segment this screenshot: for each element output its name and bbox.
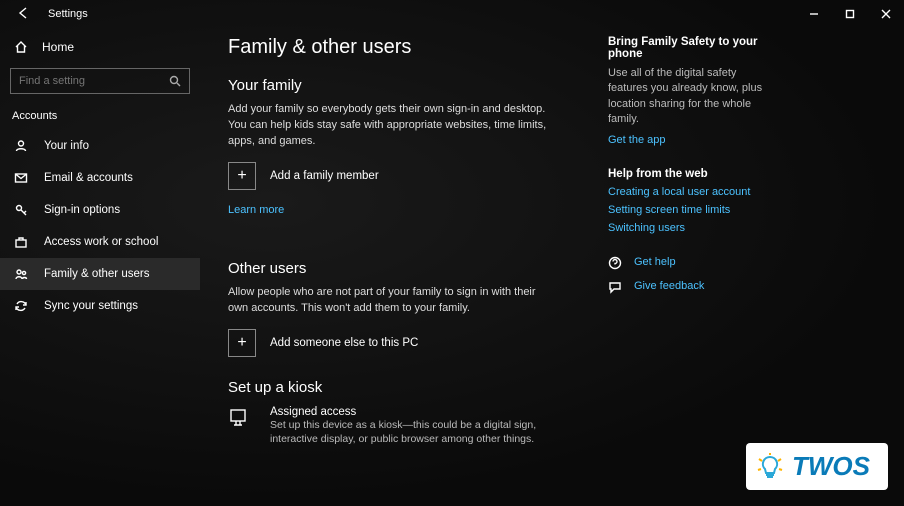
window-title: Settings <box>38 8 88 20</box>
give-feedback-link[interactable]: Give feedback <box>608 280 768 298</box>
nav-sync-settings[interactable]: Sync your settings <box>0 290 200 322</box>
help-web-heading: Help from the web <box>608 168 768 180</box>
nav-signin-options[interactable]: Sign-in options <box>0 194 200 226</box>
close-button[interactable] <box>868 0 904 28</box>
other-users-desc: Allow people who are not part of your fa… <box>228 285 558 317</box>
add-other-label: Add someone else to this PC <box>270 337 418 349</box>
help-link[interactable]: Setting screen time limits <box>608 204 768 216</box>
assigned-access-title: Assigned access <box>270 406 570 418</box>
search-input[interactable] <box>19 75 159 87</box>
help-link[interactable]: Switching users <box>608 222 768 234</box>
sidebar: Home Accounts Your info Email & accounts… <box>0 28 200 506</box>
lightbulb-icon <box>756 453 784 481</box>
add-family-member-button[interactable]: + Add a family member <box>228 162 588 190</box>
get-help-link[interactable]: Get help <box>608 256 768 274</box>
nav-label: Access work or school <box>44 236 158 248</box>
page-title: Family & other users <box>228 36 588 59</box>
back-button[interactable] <box>8 2 38 27</box>
watermark: TWOS <box>746 443 888 490</box>
family-desc: Add your family so everybody gets their … <box>228 102 558 150</box>
minimize-button[interactable] <box>796 0 832 28</box>
main-panel: Family & other users Your family Add you… <box>200 28 904 506</box>
people-icon <box>12 267 30 281</box>
feedback-icon <box>608 280 626 297</box>
home-nav[interactable]: Home <box>0 32 200 62</box>
home-icon <box>12 40 30 54</box>
add-family-label: Add a family member <box>270 170 379 182</box>
nav-label: Email & accounts <box>44 172 133 184</box>
close-icon <box>881 9 891 19</box>
family-heading: Your family <box>228 77 588 94</box>
safety-desc: Use all of the digital safety features y… <box>608 66 768 128</box>
home-label: Home <box>42 40 74 54</box>
maximize-button[interactable] <box>832 0 868 28</box>
kiosk-icon <box>228 406 256 433</box>
assigned-access-desc: Set up this device as a kiosk—this could… <box>270 418 570 447</box>
help-icon <box>608 256 626 273</box>
help-rail: Bring Family Safety to your phone Use al… <box>588 36 768 506</box>
assigned-access-button[interactable]: Assigned access Set up this device as a … <box>228 406 588 447</box>
arrow-left-icon <box>16 6 30 20</box>
get-app-link[interactable]: Get the app <box>608 134 768 146</box>
search-icon <box>169 75 181 87</box>
briefcase-icon <box>12 235 30 249</box>
nav-email-accounts[interactable]: Email & accounts <box>0 162 200 194</box>
plus-icon: + <box>228 162 256 190</box>
minimize-icon <box>809 9 819 19</box>
key-icon <box>12 203 30 217</box>
watermark-text: TWOS <box>792 451 870 482</box>
search-box[interactable] <box>10 68 190 94</box>
person-icon <box>12 139 30 153</box>
nav-label: Family & other users <box>44 268 149 280</box>
maximize-icon <box>845 9 855 19</box>
add-other-user-button[interactable]: + Add someone else to this PC <box>228 329 588 357</box>
kiosk-heading: Set up a kiosk <box>228 379 588 396</box>
nav-work-school[interactable]: Access work or school <box>0 226 200 258</box>
plus-icon: + <box>228 329 256 357</box>
nav-family-other-users[interactable]: Family & other users <box>0 258 200 290</box>
other-users-heading: Other users <box>228 260 588 277</box>
nav-your-info[interactable]: Your info <box>0 130 200 162</box>
titlebar: Settings <box>0 0 904 28</box>
mail-icon <box>12 171 30 185</box>
learn-more-link[interactable]: Learn more <box>228 204 284 216</box>
nav-label: Sign-in options <box>44 204 120 216</box>
help-link[interactable]: Creating a local user account <box>608 186 768 198</box>
safety-heading: Bring Family Safety to your phone <box>608 36 768 60</box>
sync-icon <box>12 299 30 313</box>
nav-label: Your info <box>44 140 89 152</box>
nav-label: Sync your settings <box>44 300 138 312</box>
section-label: Accounts <box>0 104 200 130</box>
